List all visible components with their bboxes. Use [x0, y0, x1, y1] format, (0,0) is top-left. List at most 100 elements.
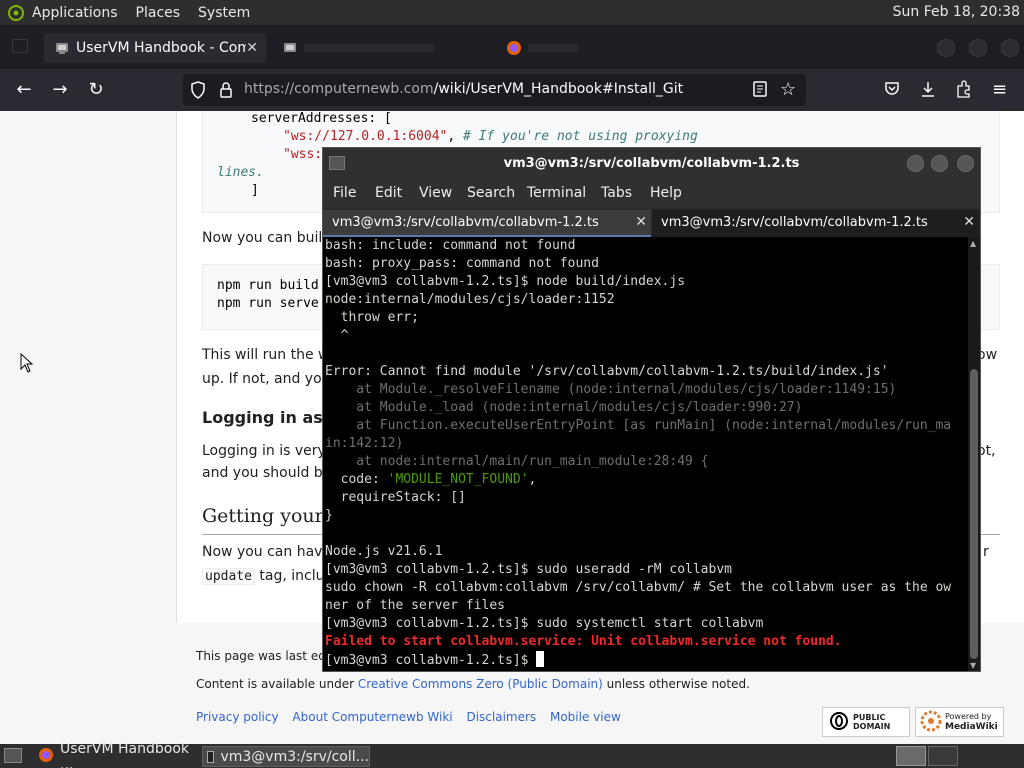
terminal-line: at Module._load (node:internal/modules/c…	[325, 400, 803, 415]
terminal-prompt-line[interactable]: [vm3@vm3 collabvm-1.2.ts]$	[325, 651, 967, 669]
browser-tab-3[interactable]	[506, 33, 626, 63]
url-host: https://computernewb.com	[244, 81, 434, 97]
terminal-line: [vm3@vm3 collabvm-1.2.ts]$ sudo systemct…	[325, 616, 764, 631]
terminal-minimize-button[interactable]	[907, 155, 924, 172]
terminal-line: at node:internal/main/run_main_module:28…	[325, 453, 967, 471]
terminal-line: code: 'MODULE_NOT_FOUND',	[325, 471, 967, 489]
terminal-menu-search[interactable]: Search	[467, 185, 515, 201]
downloads-icon[interactable]	[920, 80, 936, 102]
window-minimize-button[interactable]	[937, 39, 955, 57]
blurred-tab-text	[528, 44, 578, 52]
terminal-title: vm3@vm3:/srv/collabvm/collabvm-1.2.ts	[503, 156, 800, 171]
window-maximize-button[interactable]	[969, 39, 987, 57]
footer-license: Content is available under Creative Comm…	[196, 677, 750, 691]
window-close-button[interactable]	[1001, 39, 1019, 57]
url-text[interactable]: https://computernewb.com/wiki/UserVM_Han…	[244, 81, 683, 97]
reload-icon[interactable]: ↻	[84, 78, 108, 102]
heading-logging-in: Logging in as a	[202, 408, 340, 427]
terminal-maximize-button[interactable]	[931, 155, 948, 172]
forward-arrow-icon[interactable]: →	[48, 78, 72, 102]
firefox-icon	[38, 747, 54, 767]
terminal-tab-label: vm3@vm3:/srv/collabvm/collabvm-1.2.ts	[332, 215, 599, 230]
paragraph-getting-2: update tag, incluc	[202, 565, 332, 588]
terminal-menu-file[interactable]: File	[333, 185, 356, 201]
browser-tab-active[interactable]: UserVM Handbook - Compu ✕	[44, 33, 266, 63]
show-desktop-icon[interactable]	[4, 748, 22, 763]
terminal-icon	[207, 750, 215, 763]
reader-view-icon[interactable]	[753, 81, 767, 101]
terminal-menu-help[interactable]: Help	[650, 185, 682, 201]
license-link[interactable]: Creative Commons Zero (Public Domain)	[358, 677, 603, 691]
menu-system[interactable]: System	[198, 5, 250, 21]
mediawiki-flower-icon	[920, 710, 942, 734]
terminal-titlebar[interactable]: vm3@vm3:/srv/collabvm/collabvm-1.2.ts	[323, 148, 980, 180]
terminal-line: Node.js v21.6.1	[325, 544, 443, 559]
terminal-scrollbar-thumb[interactable]	[970, 369, 978, 659]
menu-applications[interactable]: Applications	[32, 5, 118, 21]
distro-logo-icon[interactable]	[6, 3, 26, 23]
workspace-2-icon[interactable]	[928, 746, 958, 766]
paragraph-getting-tail: r	[983, 544, 989, 560]
terminal-output[interactable]: bash: include: command not found bash: p…	[325, 237, 967, 671]
terminal-string: 'MODULE_NOT_FOUND'	[387, 472, 529, 487]
terminal-line: }	[325, 508, 333, 523]
close-tab-icon[interactable]: ✕	[963, 210, 975, 235]
badge-text: PUBLIC DOMAIN	[853, 713, 891, 731]
lock-icon[interactable]	[219, 81, 233, 103]
privacy-policy-link[interactable]: Privacy policy	[196, 710, 279, 724]
menu-places[interactable]: Places	[136, 5, 181, 21]
back-arrow-icon[interactable]: ←	[12, 78, 36, 102]
footer-text: Content is available under	[196, 677, 358, 691]
disclaimers-link[interactable]: Disclaimers	[466, 710, 536, 724]
scroll-up-arrow-icon[interactable]: ▲	[970, 239, 976, 248]
terminal-line: in:142:12)	[325, 436, 404, 451]
terminal-menu-edit[interactable]: Edit	[375, 185, 402, 201]
code-text: serverAddresses: [	[251, 111, 392, 126]
code-string: "ws://127.0.0.1:6004"	[283, 129, 448, 144]
mediawiki-badge[interactable]: Powered by MediaWiki	[915, 707, 1004, 737]
firefox-favicon-icon	[506, 40, 522, 56]
workspace-switcher-icon[interactable]	[896, 746, 926, 766]
firefox-view-icon[interactable]	[12, 39, 28, 53]
public-domain-badge[interactable]: PUBLIC DOMAIN	[822, 707, 910, 737]
close-tab-icon[interactable]: ✕	[246, 40, 258, 56]
terminal-error-line: Failed to start collabvm.service: Unit c…	[325, 634, 842, 649]
terminal-scrollbar[interactable]: ▲ ▼	[968, 237, 980, 671]
terminal-window[interactable]: vm3@vm3:/srv/collabvm/collabvm-1.2.ts Fi…	[322, 147, 981, 672]
terminal-menu-view[interactable]: View	[419, 185, 452, 201]
scroll-down-arrow-icon[interactable]: ▼	[970, 661, 976, 670]
tracking-shield-icon[interactable]	[190, 81, 206, 103]
taskbar-terminal[interactable]: vm3@vm3:/srv/coll...	[202, 746, 370, 767]
terminal-tab-1[interactable]: vm3@vm3:/srv/collabvm/collabvm-1.2.ts ✕	[323, 210, 651, 237]
terminal-text: at node:internal/main/run_main_module:28…	[325, 454, 709, 469]
extensions-icon[interactable]	[956, 80, 972, 102]
terminal-tab-2[interactable]: vm3@vm3:/srv/collabvm/collabvm-1.2.ts ✕	[652, 210, 979, 237]
code-string: "wss:	[283, 147, 323, 162]
terminal-line: ^	[325, 328, 349, 343]
mobile-view-link[interactable]: Mobile view	[550, 710, 621, 724]
terminal-close-button[interactable]	[957, 155, 974, 172]
paragraph-login: Logging in is very s	[202, 443, 338, 459]
terminal-cursor	[536, 651, 545, 667]
code-line: serverAddresses: [	[251, 111, 999, 128]
terminal-menubar: File Edit View Search Terminal Tabs Help	[323, 180, 980, 208]
terminal-line: Error: Cannot find module '/srv/collabvm…	[325, 364, 889, 379]
pocket-icon[interactable]	[884, 81, 900, 101]
close-tab-icon[interactable]: ✕	[635, 210, 647, 235]
terminal-app-icon	[329, 156, 345, 170]
terminal-line: sudo chown -R collabvm:collabvm /srv/col…	[325, 580, 952, 595]
top-panel: Applications Places System Sun Feb 18, 2…	[0, 0, 1024, 25]
terminal-menu-tabs[interactable]: Tabs	[601, 185, 632, 201]
terminal-line: at Function.executeUserEntryPoint [as ru…	[325, 418, 952, 433]
panel-clock[interactable]: Sun Feb 18, 20:38	[893, 4, 1020, 20]
wiki-favicon-icon	[54, 40, 70, 56]
terminal-menu-terminal[interactable]: Terminal	[527, 185, 586, 201]
hamburger-menu-icon[interactable]: ≡	[992, 79, 1007, 100]
inline-code: update	[202, 568, 255, 585]
about-link[interactable]: About Computernewb Wiki	[292, 710, 452, 724]
taskbar-firefox[interactable]: UserVM Handbook ...	[34, 741, 196, 768]
browser-tab-2[interactable]	[282, 33, 482, 63]
bookmark-star-icon[interactable]: ☆	[780, 79, 796, 100]
url-bar[interactable]: https://computernewb.com/wiki/UserVM_Han…	[183, 74, 806, 106]
